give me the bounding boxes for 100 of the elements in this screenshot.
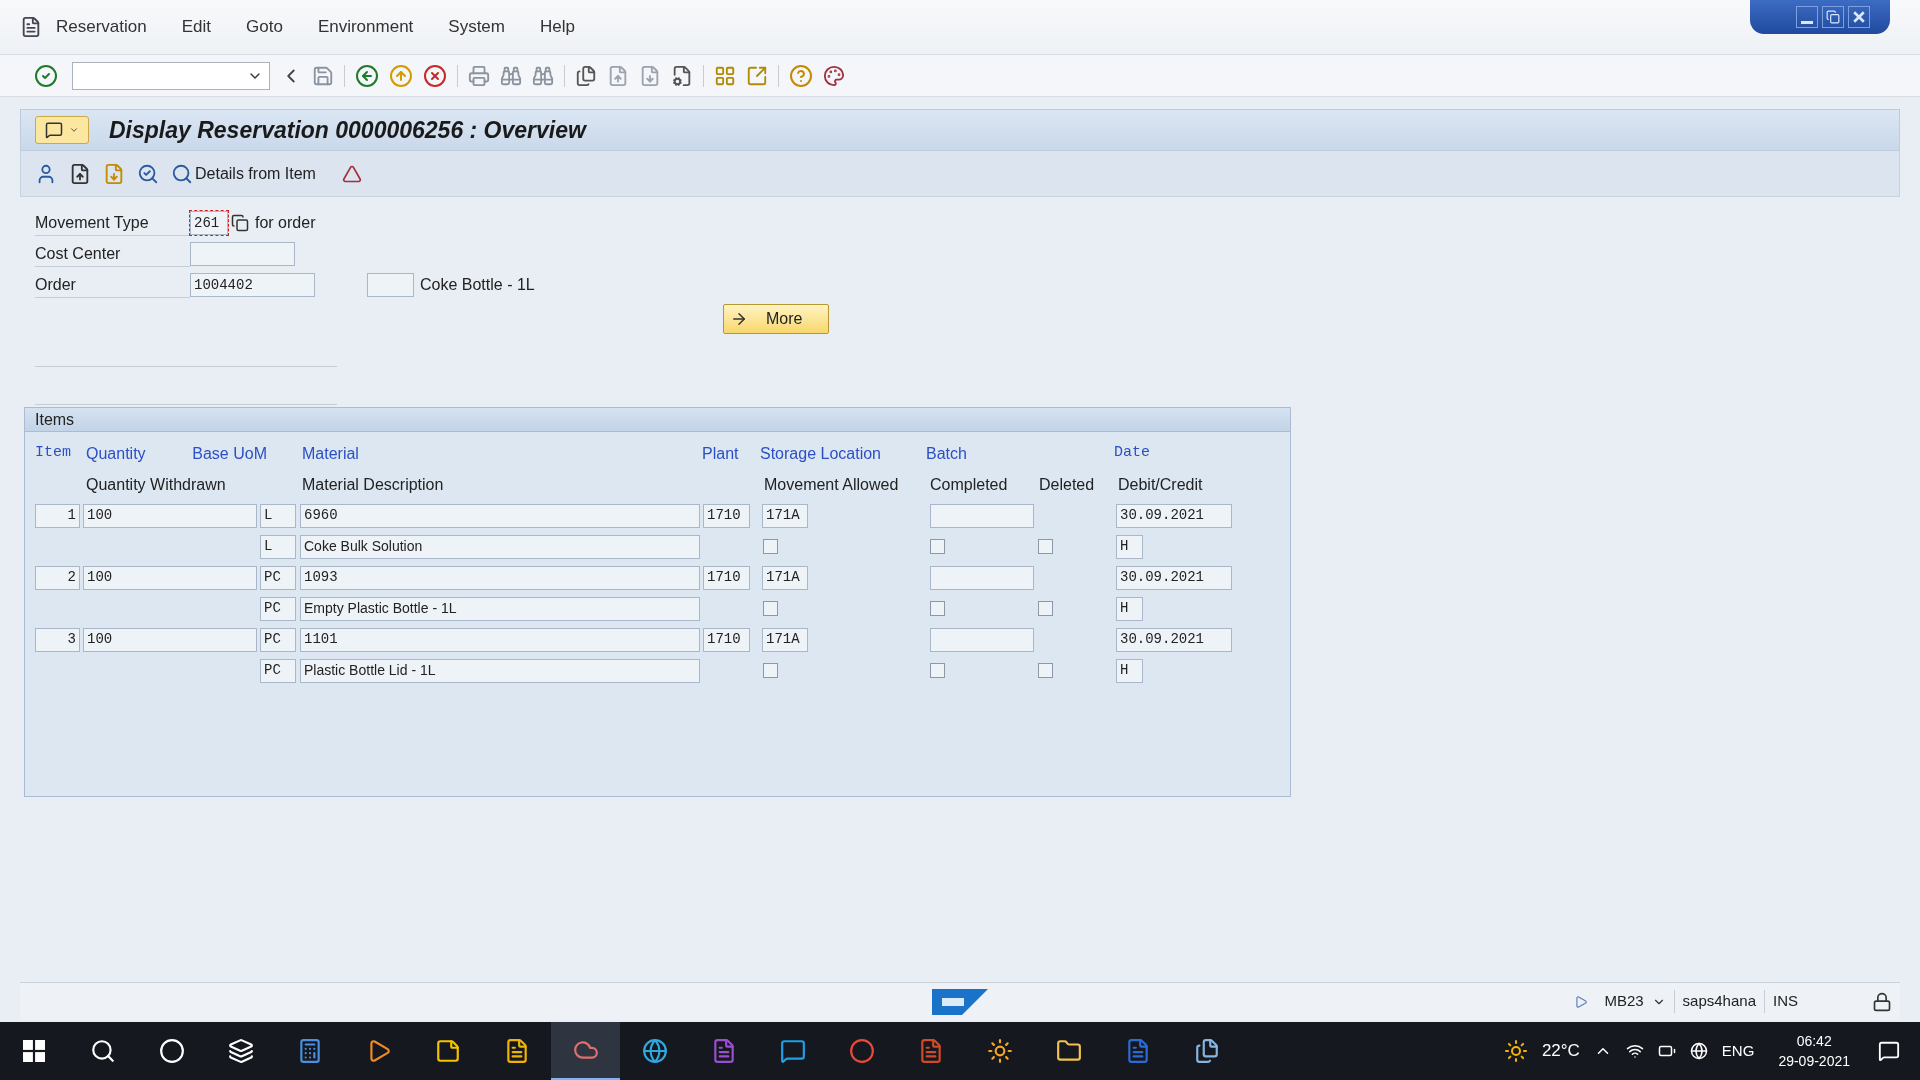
movement-type-field[interactable]: 261 — [190, 211, 228, 235]
unit-field[interactable]: PC — [260, 565, 296, 590]
page-up-icon[interactable] — [69, 162, 91, 185]
restore-icon — [1826, 10, 1840, 24]
weather-icon[interactable] — [1503, 1039, 1528, 1063]
circle-icon — [158, 1038, 185, 1064]
item-number-cell[interactable]: 3 — [35, 627, 80, 652]
lock-icon[interactable] — [1872, 991, 1892, 1012]
column-header: Quantity — [86, 443, 147, 464]
unit-field[interactable]: L — [260, 503, 296, 528]
column-header: Quantity Withdrawn — [86, 474, 227, 495]
menu-button[interactable] — [35, 116, 89, 144]
input-mode: INS — [1764, 990, 1848, 1013]
unit-field[interactable]: L — [260, 534, 296, 559]
menu-item[interactable]: System — [448, 14, 505, 40]
restore-button[interactable] — [1822, 6, 1844, 28]
batch-field[interactable] — [930, 565, 1034, 590]
checkbox[interactable] — [1038, 601, 1053, 616]
language-indicator[interactable]: ENG — [1721, 1039, 1755, 1063]
chat-icon — [779, 1038, 806, 1064]
transaction-code: MB23 — [1604, 991, 1644, 1012]
enter-icon[interactable] — [34, 63, 58, 88]
cost-center-field[interactable] — [190, 242, 295, 266]
checkbox[interactable] — [763, 601, 778, 616]
checkbox[interactable] — [930, 539, 945, 554]
batch-field[interactable] — [930, 503, 1034, 528]
expand-icon[interactable] — [1574, 994, 1589, 1009]
notification-icon[interactable] — [1878, 1040, 1900, 1062]
close-button[interactable] — [1848, 6, 1870, 28]
date-field[interactable]: 30.09.2021 — [1116, 503, 1232, 528]
shortcut-icon[interactable] — [746, 64, 768, 87]
checkbox[interactable] — [763, 539, 778, 554]
material-description-field[interactable]: Plastic Bottle Lid - 1L — [300, 658, 700, 683]
storage-location-field[interactable]: 171A — [762, 565, 808, 590]
menu-item[interactable]: Environment — [317, 14, 414, 40]
item-number-cell[interactable]: 1 — [35, 503, 80, 528]
network-icon[interactable] — [1625, 1042, 1644, 1060]
unit-field[interactable]: PC — [260, 596, 296, 621]
column-header: Batch — [926, 443, 968, 464]
more-button[interactable]: More — [723, 304, 829, 334]
plant-field[interactable]: 1710 — [703, 627, 750, 652]
globe-icon[interactable] — [1689, 1042, 1708, 1060]
taskbar-app[interactable] — [551, 1022, 620, 1080]
quantity-field[interactable]: 100 — [83, 503, 257, 528]
cancel-icon[interactable] — [423, 63, 447, 88]
help-icon[interactable] — [789, 63, 813, 88]
checkbox[interactable] — [763, 663, 778, 678]
quantity-field[interactable]: 100 — [83, 627, 257, 652]
plant-field[interactable]: 1710 — [703, 503, 750, 528]
clock-date: 29-09-2021 — [1778, 1052, 1850, 1071]
menu-item[interactable]: Goto — [246, 14, 283, 40]
material-field[interactable]: 1101 — [300, 627, 700, 652]
checkbox[interactable] — [930, 663, 945, 678]
sun-icon — [986, 1038, 1013, 1064]
windows-icon — [23, 1040, 45, 1062]
magnifier-icon[interactable] — [137, 162, 159, 185]
sap-logo — [932, 989, 988, 1015]
checkbox[interactable] — [1038, 663, 1053, 678]
item-number-cell[interactable]: 2 — [35, 565, 80, 590]
menu-item[interactable]: Edit — [181, 14, 211, 40]
unit-field[interactable]: PC — [260, 658, 296, 683]
menu-item[interactable]: Reservation — [56, 14, 147, 40]
checkbox[interactable] — [930, 601, 945, 616]
order-field[interactable]: 1004402 — [190, 273, 315, 297]
unit-field[interactable]: PC — [260, 627, 296, 652]
date-field[interactable]: 30.09.2021 — [1116, 565, 1232, 590]
storage-location-field[interactable]: 171A — [762, 627, 808, 652]
material-description-field[interactable]: Empty Plastic Bottle - 1L — [300, 596, 700, 621]
minimize-button[interactable] — [1796, 6, 1818, 28]
details-button[interactable]: Details from Item — [171, 161, 316, 186]
column-header: Movement Allowed — [764, 474, 900, 495]
caret-icon — [69, 125, 79, 135]
menu-icon[interactable] — [20, 16, 42, 38]
debit-credit-field[interactable]: H — [1116, 658, 1143, 683]
order-type-field[interactable] — [367, 273, 414, 297]
print-icon[interactable] — [468, 64, 490, 87]
checkbox[interactable] — [1038, 539, 1053, 554]
material-description-field[interactable]: Coke Bulk Solution — [300, 534, 700, 559]
debit-credit-field[interactable]: H — [1116, 596, 1143, 621]
material-field[interactable]: 1093 — [300, 565, 700, 590]
back-icon[interactable] — [355, 63, 379, 88]
storage-location-field[interactable]: 171A — [762, 503, 808, 528]
quantity-field[interactable]: 100 — [83, 565, 257, 590]
find-icon[interactable] — [500, 64, 522, 87]
value-help-icon[interactable] — [231, 214, 249, 232]
menu-item[interactable]: Help — [540, 14, 575, 40]
plant-field[interactable]: 1710 — [703, 565, 750, 590]
folder-icon — [1055, 1038, 1082, 1064]
date-field[interactable]: 30.09.2021 — [1116, 627, 1232, 652]
save-icon[interactable] — [312, 64, 334, 87]
find-next-icon[interactable] — [532, 64, 554, 87]
debit-credit-field[interactable]: H — [1116, 534, 1143, 559]
batch-field[interactable] — [930, 627, 1034, 652]
column-header: Deleted — [1039, 474, 1096, 495]
movement-type-description: for order — [255, 213, 316, 233]
command-field[interactable] — [72, 61, 270, 90]
material-field[interactable]: 6960 — [300, 503, 700, 528]
temperature: 22°C — [1541, 1040, 1580, 1063]
clock-time: 06:42 — [1796, 1032, 1832, 1051]
column-header: Plant — [702, 443, 740, 464]
